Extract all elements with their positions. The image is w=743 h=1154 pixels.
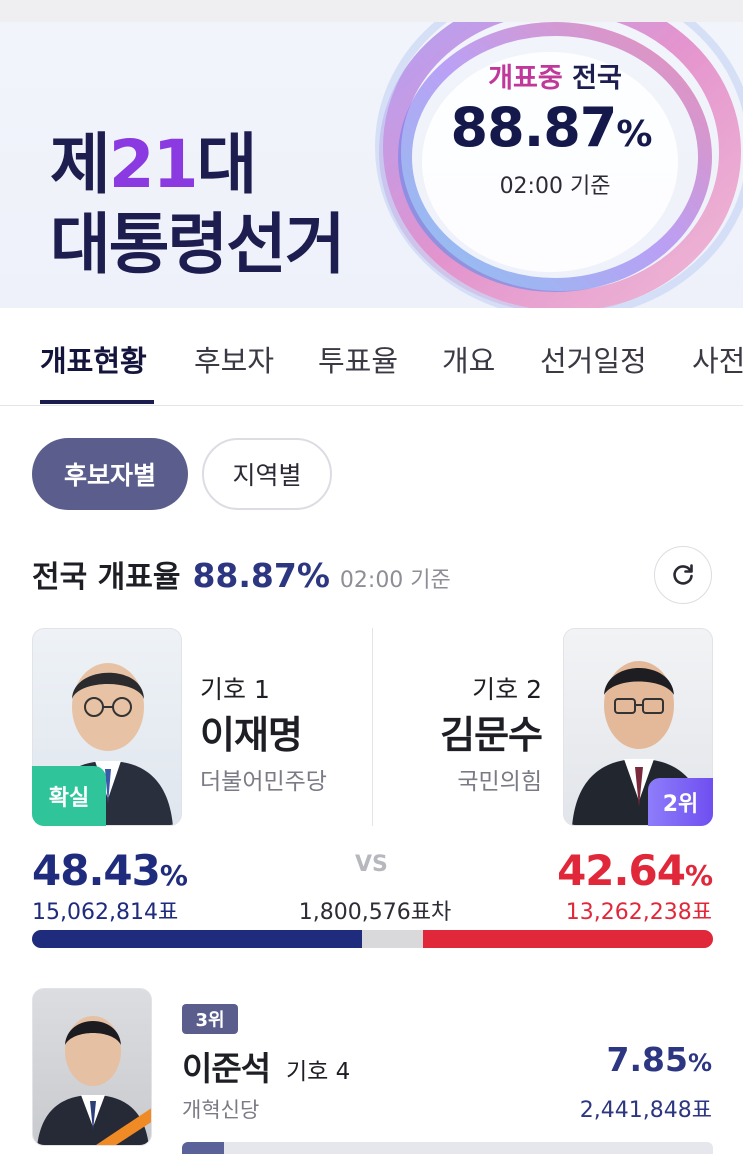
active-tab-underline (40, 400, 154, 404)
election-title-line2: 대통령선거 (50, 206, 346, 283)
tab-early[interactable]: 사전 (692, 338, 743, 380)
tab-turnout[interactable]: 투표율 (318, 338, 398, 380)
by-region-toggle[interactable]: 지역별 (202, 438, 332, 510)
vote-difference: 1,800,576표차 (298, 900, 452, 925)
candidate-1-share-fill (32, 930, 362, 948)
candidate-1-percent: 48.43% (32, 846, 188, 895)
candidate-divider (372, 628, 373, 826)
tab-overview[interactable]: 개요 (442, 338, 495, 380)
candidate-3-party: 개혁신당 (182, 1098, 260, 1122)
certain-winner-badge: 확실 (32, 766, 106, 826)
candidate-3-number: 기호 4 (286, 1059, 351, 1085)
candidate-1-name[interactable]: 이재명 (200, 704, 303, 759)
candidate-3-share-bar (182, 1142, 713, 1154)
rank-2-badge: 2위 (648, 778, 713, 826)
candidate-2-percent: 42.64% (557, 846, 713, 895)
tab-schedule[interactable]: 선거일정 (540, 338, 647, 380)
tab-count-status[interactable]: 개표현황 (40, 338, 147, 380)
rate-time: 02:00 기준 (339, 568, 451, 593)
tab-bar: 개표현황 후보자 투표율 개요 선거일정 사전 (0, 308, 743, 406)
count-percent: 88.87% (450, 96, 653, 159)
refresh-button[interactable] (654, 546, 712, 604)
candidate-1-party: 더불어민주당 (200, 769, 327, 795)
candidate-3-photo[interactable] (32, 988, 152, 1146)
top-strip (0, 0, 743, 22)
candidate-2-share-fill (422, 930, 713, 948)
candidate-1-number: 기호 1 (200, 675, 270, 704)
rate-value: 88.87% (192, 556, 330, 595)
election-banner: 제21대 대통령선거 개표중 전국 88.87% 02:00 기준 (0, 22, 743, 308)
candidate-3-percent: 7.85% (606, 1040, 712, 1079)
candidate-2-name[interactable]: 김문수 (440, 704, 543, 759)
election-title-line1: 제21대 (50, 126, 257, 203)
candidate-3-share-fill (182, 1142, 224, 1154)
vs-label: VS (355, 852, 388, 877)
tab-candidates[interactable]: 후보자 (194, 338, 274, 380)
candidate-2-number: 기호 2 (472, 675, 542, 704)
refresh-icon (673, 564, 693, 585)
candidate-3-votes: 2,441,848표 (579, 1098, 712, 1123)
national-count-rate: 전국 개표율 88.87% 02:00 기준 (32, 552, 451, 598)
count-heading: 개표중 전국 (488, 63, 622, 94)
rank-3-badge: 3위 (182, 1004, 238, 1034)
count-time: 02:00 기준 (499, 174, 611, 199)
person-avatar-icon (37, 1016, 151, 1145)
candidate-3-name[interactable]: 이준석 (182, 1042, 271, 1090)
by-candidate-toggle[interactable]: 후보자별 (32, 438, 188, 510)
rate-label: 전국 개표율 (32, 560, 181, 595)
candidate-2-party: 국민의힘 (457, 769, 542, 795)
candidate-1-votes: 15,062,814표 (32, 900, 179, 925)
candidate-2-votes: 13,262,238표 (565, 900, 712, 925)
vote-share-bar (32, 930, 713, 948)
